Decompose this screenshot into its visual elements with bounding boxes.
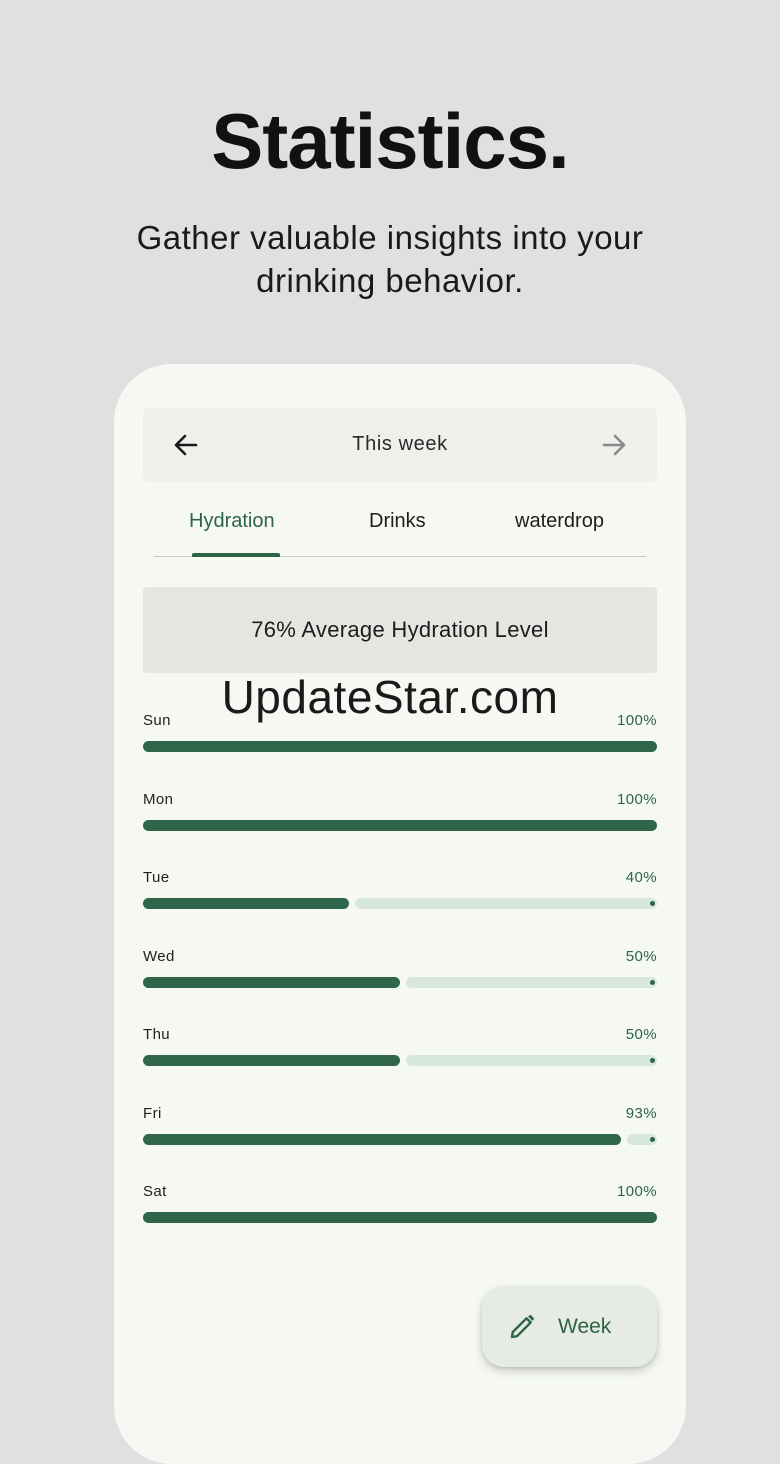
bar-end-dot [650, 979, 655, 985]
day-percent: 93% [625, 1104, 657, 1122]
hydration-bar [143, 819, 657, 831]
period-title: This week [352, 433, 448, 455]
day-percent: 50% [625, 947, 657, 965]
bar-end-dot [650, 1136, 655, 1142]
day-label: Fri [143, 1104, 162, 1122]
hydration-bar [143, 1212, 657, 1223]
hydration-bar [143, 741, 657, 752]
hydration-bar-fill [143, 1055, 400, 1066]
daily-hydration-list: Sun 100% Mon 100% Tue 40% Wed 50% Thu 50… [143, 710, 657, 1260]
promo-subtitle: Gather valuable insights into your drink… [136, 219, 644, 299]
tab-drinks[interactable]: Drinks [369, 510, 426, 533]
day-percent: 100% [617, 712, 657, 729]
day-row: Wed 50% [143, 946, 657, 1025]
week-edit-button[interactable]: Week [482, 1287, 657, 1367]
active-tab-indicator [192, 553, 280, 557]
stats-tabs: Hydration Drinks waterdrop [154, 500, 646, 557]
hydration-bar-fill [143, 1133, 621, 1145]
hydration-bar-fill [143, 898, 349, 909]
hydration-bar-fill [143, 1212, 657, 1223]
hydration-bar-fill [143, 819, 657, 831]
hydration-bar-fill [143, 741, 657, 752]
day-percent: 40% [625, 869, 657, 886]
day-percent: 50% [625, 1026, 657, 1043]
day-label: Mon [143, 790, 174, 808]
day-label: Tue [143, 869, 170, 886]
day-percent: 100% [617, 790, 657, 808]
hydration-bar-fill [143, 976, 400, 988]
day-row: Sat 100% [143, 1181, 657, 1260]
day-row: Fri 93% [143, 1103, 657, 1182]
pencil-icon [506, 1311, 538, 1343]
day-label: Sun [143, 712, 171, 729]
day-row: Thu 50% [143, 1024, 657, 1103]
hydration-bar [143, 1133, 657, 1145]
average-hydration-summary: 76% Average Hydration Level [143, 587, 657, 673]
hydration-bar [143, 976, 657, 988]
day-row: Tue 40% [143, 867, 657, 946]
day-label: Wed [143, 947, 175, 965]
period-navigator: This week [143, 408, 657, 482]
hydration-bar-remaining [355, 898, 657, 909]
hydration-bar-remaining [406, 1055, 657, 1066]
day-label: Thu [143, 1026, 171, 1043]
hydration-bar-remaining [406, 976, 657, 988]
tab-waterdrop[interactable]: waterdrop [515, 510, 604, 533]
day-row: Sun 100% [143, 710, 657, 789]
tab-hydration[interactable]: Hydration [189, 510, 275, 533]
hydration-bar [143, 898, 657, 909]
day-percent: 100% [617, 1183, 657, 1200]
bar-end-dot [650, 1058, 655, 1063]
bar-end-dot [650, 901, 655, 906]
day-row: Mon 100% [143, 789, 657, 868]
day-label: Sat [143, 1183, 167, 1200]
fab-label: Week [558, 1315, 612, 1338]
hydration-bar-remaining [627, 1133, 657, 1145]
arrow-right-icon[interactable] [591, 422, 637, 468]
promo-title: Statistics. [211, 97, 569, 185]
hydration-bar [143, 1055, 657, 1066]
